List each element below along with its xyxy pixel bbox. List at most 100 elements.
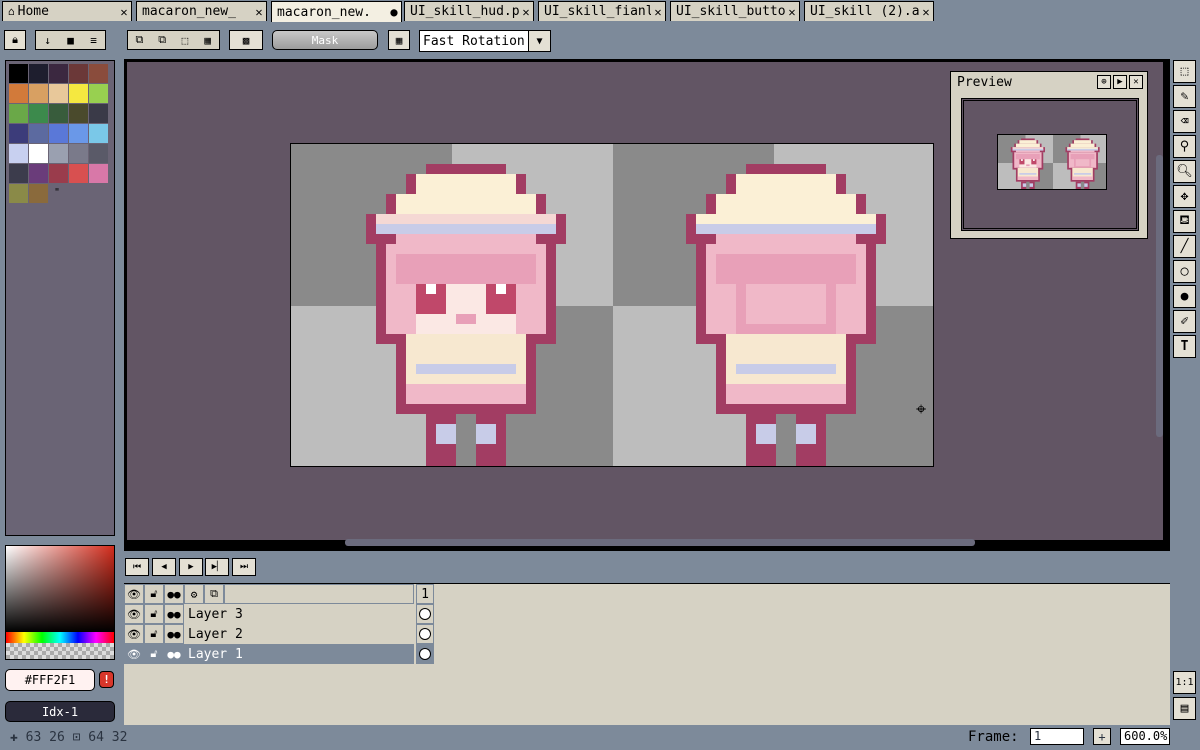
- close-icon[interactable]: ✕: [1129, 75, 1143, 89]
- horizontal-scrollbar[interactable]: [345, 539, 975, 546]
- preview-play-icon[interactable]: ▶: [1113, 75, 1127, 89]
- color-picker[interactable]: [5, 545, 115, 660]
- play-button[interactable]: ▶: [179, 558, 203, 576]
- palette-swatch[interactable]: [69, 124, 88, 143]
- palette-swatch[interactable]: [29, 104, 48, 123]
- zoom-input[interactable]: 600.0%: [1120, 728, 1170, 745]
- ratio-button[interactable]: 1:1: [1173, 671, 1196, 694]
- palette-swatch[interactable]: [49, 104, 68, 123]
- continuous-icon[interactable]: ●●: [164, 624, 184, 644]
- palette-swatch[interactable]: [89, 164, 108, 183]
- frame-input[interactable]: 1: [1030, 728, 1084, 745]
- previous-frame-button[interactable]: ◀: [152, 558, 176, 576]
- timeline-toggle-icon[interactable]: ▤: [1173, 697, 1196, 720]
- move-tool-icon[interactable]: ✥: [1173, 185, 1196, 208]
- palette-swatch[interactable]: [9, 84, 28, 103]
- palette-swatch[interactable]: [9, 144, 28, 163]
- layer-options-icon[interactable]: ⚙: [184, 584, 204, 604]
- preview-window[interactable]: Preview ⊕ ▶ ✕: [950, 71, 1148, 239]
- hue-slider[interactable]: [6, 632, 114, 643]
- tab-ui-skill-hud[interactable]: UI_skill_hud.png ✕: [404, 1, 534, 21]
- lock-button[interactable]: 🔒︎: [4, 30, 26, 50]
- marquee-tool-icon[interactable]: ⬚: [1173, 60, 1196, 83]
- replace-selection-icon[interactable]: ⧉: [128, 33, 151, 47]
- close-icon[interactable]: ✕: [651, 5, 665, 19]
- palette-swatch[interactable]: [29, 144, 48, 163]
- eyedropper-tool-icon[interactable]: ⚲: [1173, 135, 1196, 158]
- palette-swatch[interactable]: [9, 164, 28, 183]
- palette-swatch[interactable]: [9, 104, 28, 123]
- palette-swatch[interactable]: [69, 64, 88, 83]
- lock-icon[interactable]: 🔓︎: [144, 644, 164, 664]
- palette-swatch[interactable]: [69, 84, 88, 103]
- add-frame-button[interactable]: +: [1093, 728, 1111, 745]
- menu-icon[interactable]: ≡: [82, 34, 105, 47]
- layer-row-selected[interactable]: 👁︎ 🔓︎ ●● Layer 1: [124, 644, 434, 664]
- layer-row[interactable]: 👁︎ 🔓︎ ●● Layer 3: [124, 604, 434, 624]
- eye-icon[interactable]: 👁︎: [124, 644, 144, 664]
- continuous-icon[interactable]: ●●: [164, 644, 184, 664]
- close-icon[interactable]: ✕: [252, 5, 266, 19]
- eye-icon[interactable]: 👁︎: [124, 584, 144, 604]
- cel[interactable]: [416, 624, 434, 644]
- palette-swatch[interactable]: [89, 84, 108, 103]
- first-frame-button[interactable]: ⏮: [125, 558, 149, 576]
- close-icon[interactable]: ✕: [785, 5, 799, 19]
- palette-swatch[interactable]: [49, 164, 68, 183]
- palette-swatch[interactable]: [69, 104, 88, 123]
- lock-icon[interactable]: 🔓︎: [144, 604, 164, 624]
- zoom-tool-icon[interactable]: 🔍︎: [1173, 160, 1196, 183]
- color-index-field[interactable]: Idx-1: [5, 701, 115, 722]
- square-icon[interactable]: ■: [59, 34, 82, 47]
- layer-name[interactable]: Layer 1: [184, 644, 414, 664]
- close-icon[interactable]: ✕: [519, 5, 533, 19]
- tab-ui-skill-2[interactable]: UI_skill (2).asep ✕: [804, 1, 934, 21]
- rotation-algorithm-select[interactable]: Fast Rotation ▼: [419, 30, 551, 52]
- cel[interactable]: [416, 604, 434, 624]
- palette-swatch[interactable]: [69, 164, 88, 183]
- palette-swatch[interactable]: [9, 64, 28, 83]
- transparent-color-button[interactable]: ▩: [229, 30, 263, 50]
- palette-swatch[interactable]: [9, 184, 28, 203]
- tab-home[interactable]: ⌂ Home ✕: [2, 1, 132, 21]
- palette-swatch[interactable]: [49, 84, 68, 103]
- alpha-slider[interactable]: [6, 643, 114, 659]
- warning-icon[interactable]: !: [99, 671, 114, 688]
- palette-swatch[interactable]: [29, 164, 48, 183]
- spray-tool-icon[interactable]: ✐: [1173, 310, 1196, 333]
- layer-name[interactable]: Layer 2: [184, 624, 414, 644]
- close-icon[interactable]: ✕: [117, 5, 131, 19]
- fill-tool-icon[interactable]: ⛾: [1173, 210, 1196, 233]
- palette-swatch[interactable]: [49, 144, 68, 163]
- sprite-canvas[interactable]: [290, 143, 934, 467]
- vertical-scrollbar[interactable]: [1156, 155, 1163, 437]
- palette-swatch[interactable]: [29, 84, 48, 103]
- mask-button[interactable]: Mask: [272, 30, 378, 50]
- palette-swatch[interactable]: [29, 124, 48, 143]
- saturation-value-field[interactable]: [6, 546, 114, 632]
- tab-macaron-1[interactable]: macaron_new_ ✕: [136, 1, 267, 21]
- lock-icon[interactable]: 🔓︎: [144, 624, 164, 644]
- eraser-tool-icon[interactable]: ⌫: [1173, 110, 1196, 133]
- subtract-selection-icon[interactable]: ⬚: [174, 34, 197, 47]
- palette-swatch[interactable]: [29, 184, 48, 203]
- close-icon[interactable]: ✕: [919, 5, 933, 19]
- modified-dot-icon[interactable]: ●: [387, 5, 401, 19]
- palette-swatch[interactable]: [89, 104, 108, 123]
- next-frame-button[interactable]: ▶▏: [205, 558, 229, 576]
- layer-row[interactable]: 👁︎ 🔓︎ ●● Layer 2: [124, 624, 434, 644]
- add-selection-icon[interactable]: ⧉: [151, 33, 174, 47]
- palette-swatch[interactable]: [29, 64, 48, 83]
- palette-swatch[interactable]: [69, 144, 88, 163]
- preview-center-icon[interactable]: ⊕: [1097, 75, 1111, 89]
- palette-swatch[interactable]: [49, 64, 68, 83]
- grid-button[interactable]: ▦: [388, 30, 410, 50]
- last-frame-button[interactable]: ⏭: [232, 558, 256, 576]
- lock-icon[interactable]: 🔓︎: [144, 584, 164, 604]
- ellipse-tool-icon[interactable]: ◯: [1173, 260, 1196, 283]
- blur-tool-icon[interactable]: ●: [1173, 285, 1196, 308]
- line-tool-icon[interactable]: ╱: [1173, 235, 1196, 258]
- frame-header[interactable]: 1: [416, 584, 434, 604]
- palette-swatch[interactable]: [89, 124, 108, 143]
- pencil-tool-icon[interactable]: ✎: [1173, 85, 1196, 108]
